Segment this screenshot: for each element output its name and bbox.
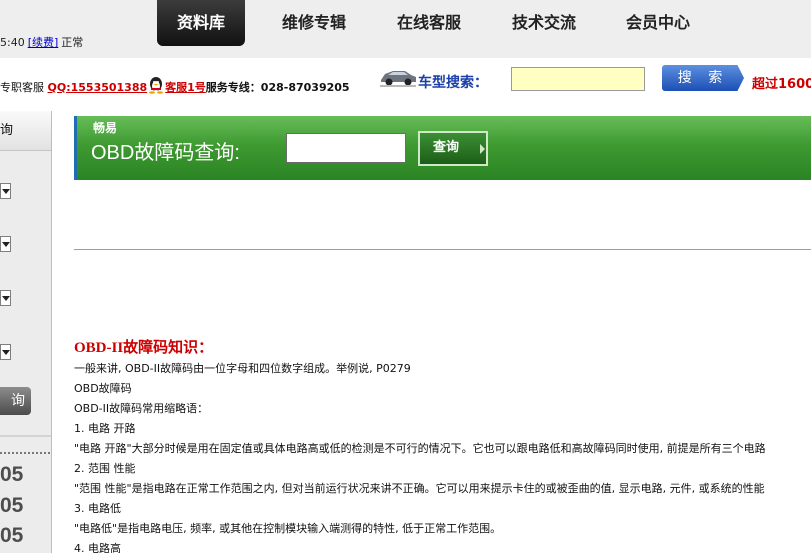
renew-link[interactable]: [续费] [28, 36, 59, 49]
content-line: OBD-II故障码常用缩略语： [74, 402, 209, 415]
content-line: OBD故障码 [74, 382, 132, 395]
content-line: "范围 性能"是指电路在正常工作范围之内, 但对当前运行状况来讲不正确。它可以用… [74, 482, 765, 495]
car-model-search-label: 车型搜索： [418, 75, 488, 91]
sidebar-number: 05 [0, 524, 24, 547]
nav-item-tech-exchange[interactable]: 技术交流 [475, 0, 613, 46]
qq-link[interactable]: QQ:1553501388 [48, 81, 148, 94]
service-agent-link[interactable]: 客服1号 [165, 81, 206, 94]
sidebar-number: 05 [0, 463, 24, 486]
service-hotline: 服务专线：028-87039205 [205, 81, 350, 94]
promo-text: 超过1600 [752, 77, 811, 92]
left-sidebar: 询 询 05 05 05 [0, 111, 52, 553]
main-nav: 资料库 维修专辑 在线客服 技术交流 会员中心 [157, 0, 703, 46]
qq-penguin-icon[interactable] [147, 76, 165, 94]
nav-item-repair-album[interactable]: 维修专辑 [245, 0, 383, 46]
content-line: 一般来讲, OBD-II故障码由一位字母和四位数字组成。举例说, P0279 [74, 362, 411, 375]
banner-brand: 畅易 [93, 121, 118, 135]
sidebar-select-3[interactable] [0, 290, 11, 306]
session-info: 5:40 [续费] 正常 [0, 34, 83, 50]
content-line: 4. 电路高 [74, 542, 121, 553]
obd-query-banner: 畅易 OBD故障码查询: 查询 [74, 116, 811, 180]
sidebar-query-button[interactable]: 询 [0, 387, 31, 415]
nav-item-database[interactable]: 资料库 [157, 0, 245, 46]
customer-service-info: 专职客服 QQ:1553501388 客服1号服务专线：028-87039205 [0, 76, 350, 95]
service-prefix: 专职客服 [0, 81, 44, 94]
top-navigation-bar: 5:40 [续费] 正常 资料库 维修专辑 在线客服 技术交流 会员中心 [0, 0, 811, 58]
nav-item-member-center[interactable]: 会员中心 [613, 0, 703, 46]
content-line: 2. 范围 性能 [74, 462, 136, 475]
sidebar-number: 05 [0, 494, 24, 517]
search-button[interactable]: 搜 索 [662, 65, 744, 91]
content-divider [74, 249, 811, 250]
section-heading: OBD-II故障码知识： [74, 340, 214, 356]
session-time: 5:40 [0, 36, 25, 49]
sidebar-dotted-divider [0, 452, 50, 454]
nav-item-online-service[interactable]: 在线客服 [383, 0, 475, 46]
content-line: 1. 电路 开路 [74, 422, 136, 435]
car-model-search-input[interactable] [511, 67, 645, 91]
banner-title: OBD故障码查询: [91, 142, 240, 164]
content-line: "电路 开路"大部分时候是用在固定值或具体电路高或低的检测是不可行的情况下。它也… [74, 442, 766, 455]
account-status: 正常 [61, 36, 84, 49]
sidebar-select-1[interactable] [0, 183, 11, 199]
sidebar-divider [0, 435, 51, 437]
sidebar-header: 询 [0, 111, 51, 151]
sidebar-select-2[interactable] [0, 236, 11, 252]
content-line: "电路低"是指电路电压, 频率, 或其他在控制模块输入端测得的特性, 低于正常工… [74, 522, 502, 535]
content-line: 3. 电路低 [74, 502, 121, 515]
fault-code-input[interactable] [286, 133, 406, 163]
sidebar-select-4[interactable] [0, 344, 11, 360]
service-search-row: 专职客服 QQ:1553501388 客服1号服务专线：028-87039205 … [0, 62, 811, 100]
car-icon [380, 71, 416, 87]
obd-knowledge-section: OBD-II故障码知识： 一般来讲, OBD-II故障码由一位字母和四位数字组成… [74, 338, 811, 553]
fault-code-query-button[interactable]: 查询 [418, 131, 488, 166]
